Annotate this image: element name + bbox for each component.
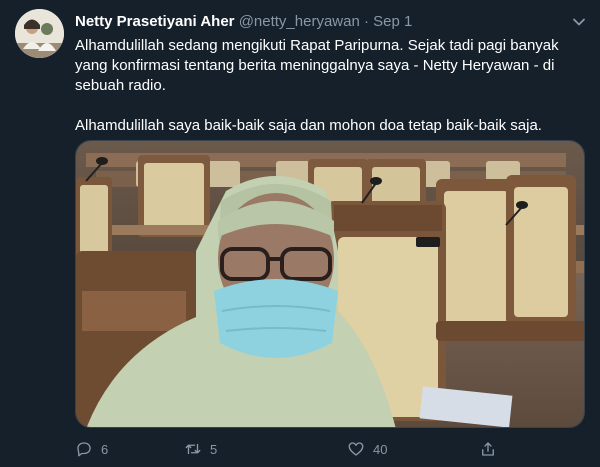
retweet-icon bbox=[185, 443, 201, 455]
heart-icon bbox=[348, 442, 364, 456]
tweet-date[interactable]: Sep 1 bbox=[373, 13, 412, 30]
tweet-text-paragraph: Alhamdulillah saya baik-baik saja dan mo… bbox=[75, 117, 542, 134]
tweet-header: Netty Prasetiyani Aher @netty_heryawan ·… bbox=[75, 12, 560, 32]
more-options-button[interactable] bbox=[569, 12, 589, 32]
chevron-down-icon bbox=[573, 18, 585, 26]
separator: · bbox=[364, 13, 369, 30]
reply-icon bbox=[77, 442, 91, 457]
reply-button[interactable]: 6 bbox=[75, 438, 108, 460]
author-name[interactable]: Netty Prasetiyani Aher bbox=[75, 13, 235, 30]
share-icon bbox=[482, 442, 494, 456]
tweet: Netty Prasetiyani Aher @netty_heryawan ·… bbox=[0, 0, 600, 467]
tweet-text-paragraph: Alhamdulillah sedang mengikuti Rapat Par… bbox=[75, 37, 559, 94]
like-button[interactable]: 40 bbox=[347, 438, 387, 460]
author-handle[interactable]: @netty_heryawan bbox=[239, 13, 360, 30]
retweet-count: 5 bbox=[210, 441, 218, 457]
share-button[interactable] bbox=[479, 438, 497, 460]
tweet-actions: 6 5 40 bbox=[75, 438, 580, 460]
avatar[interactable] bbox=[15, 9, 64, 58]
tweet-text: Alhamdulillah sedang mengikuti Rapat Par… bbox=[75, 36, 580, 136]
tweet-photo[interactable] bbox=[75, 140, 585, 428]
like-count: 40 bbox=[373, 441, 388, 457]
retweet-button[interactable]: 5 bbox=[184, 438, 217, 460]
reply-count: 6 bbox=[101, 441, 109, 457]
